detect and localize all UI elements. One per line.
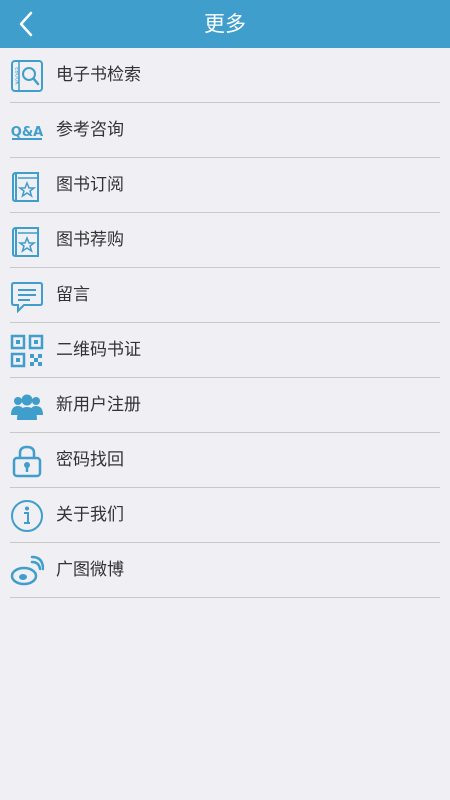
menu-item-reference-consult[interactable]: Q&A 参考咨询 [0,103,450,158]
qa-icon: Q&A [10,114,44,148]
menu-item-label: 广图微博 [56,560,124,580]
svg-text:Q&A: Q&A [11,125,43,140]
message-icon [10,279,44,313]
menu-item-weibo[interactable]: 广图微博 [0,543,450,598]
menu-item-label: 图书荐购 [56,230,124,250]
menu-item-book-subscribe[interactable]: 图书订阅 [0,158,450,213]
menu-item-password-recovery[interactable]: 密码找回 [0,433,450,488]
lock-icon [10,444,44,478]
menu-item-message[interactable]: 留言 [0,268,450,323]
menu-item-book-recommend[interactable]: 图书荐购 [0,213,450,268]
menu-item-label: 参考咨询 [56,120,124,140]
menu-item-register[interactable]: 新用户注册 [0,378,450,433]
weibo-icon [10,554,44,588]
users-icon [10,389,44,423]
qr-code-icon [10,334,44,368]
svg-text:EBOOK: EBOOK [14,67,20,85]
menu-item-label: 留言 [56,285,90,305]
top-bar: 更多 [0,0,450,48]
page-title: 更多 [204,12,246,36]
menu-item-qr-card[interactable]: 二维码书证 [0,323,450,378]
menu-list: EBOOK 电子书检索 Q&A 参考咨询 图书订阅 图书荐购 留言 二维码书证 … [0,48,450,598]
menu-item-label: 二维码书证 [56,340,141,360]
info-icon [10,499,44,533]
menu-item-ebook-search[interactable]: EBOOK 电子书检索 [0,48,450,103]
menu-item-label: 关于我们 [56,505,124,525]
book-star-icon [10,169,44,203]
menu-item-about-us[interactable]: 关于我们 [0,488,450,543]
ebook-search-icon: EBOOK [10,59,44,93]
menu-item-label: 新用户注册 [56,395,141,415]
menu-item-label: 电子书检索 [56,65,141,85]
menu-item-label: 密码找回 [56,450,124,470]
menu-item-label: 图书订阅 [56,175,124,195]
book-star-icon [10,224,44,258]
